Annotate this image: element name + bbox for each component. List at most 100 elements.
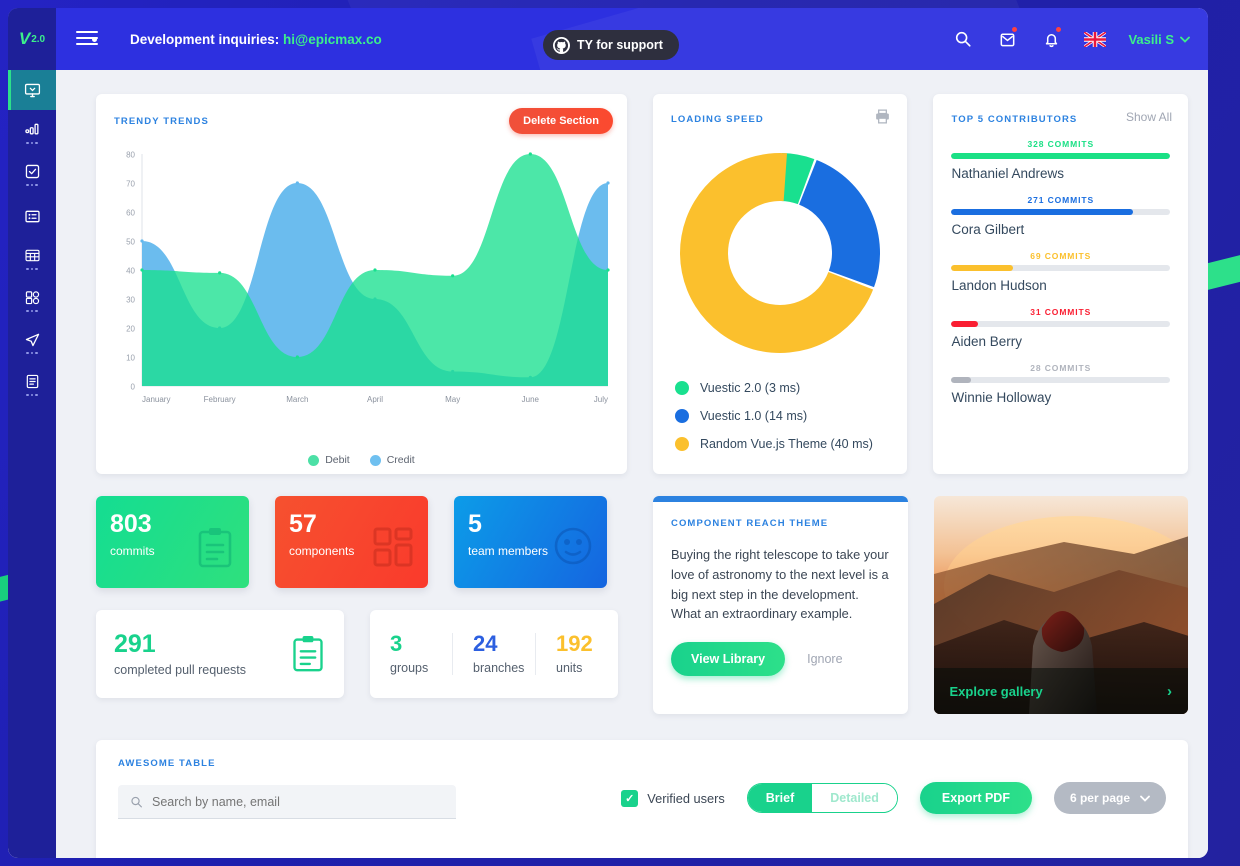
- menu-toggle-icon[interactable]: [76, 31, 98, 47]
- export-pdf-button[interactable]: Export PDF: [919, 782, 1032, 814]
- verified-users-checkbox[interactable]: ✓ Verified users: [621, 789, 725, 807]
- contributor-name: Winnie Holloway: [951, 390, 1052, 405]
- legend-dot-credit: [369, 454, 381, 466]
- search-icon: [131, 796, 142, 807]
- delete-section-button[interactable]: Delete Section: [509, 108, 613, 134]
- mail-icon[interactable]: [996, 27, 1018, 50]
- sidebar-item-cards[interactable]: [8, 196, 56, 236]
- dashboard-row-3-left: 291 completed pull requests 3 groups 24 …: [96, 610, 627, 698]
- contributor-commit-count: 271 COMMITS: [1027, 195, 1095, 205]
- pull-requests-card[interactable]: 291 completed pull requests: [96, 610, 344, 698]
- hamburger-dot: [92, 37, 97, 42]
- y-tick-label: 20: [126, 325, 135, 334]
- hamburger-line-1: [76, 31, 98, 33]
- area-chart-svg: 0 10 20 30 40 50 60 70 80 January February March Ap…: [126, 151, 610, 404]
- data-point: [606, 181, 610, 185]
- gallery-card[interactable]: Explore gallery ›: [933, 496, 1189, 714]
- sidebar-item-dashboard[interactable]: [8, 70, 56, 110]
- reach-card-actions: View Library Ignore: [670, 642, 890, 677]
- y-tick-label: 10: [126, 354, 135, 363]
- sidebar-item-maps[interactable]: [8, 322, 56, 362]
- bell-icon[interactable]: [1040, 27, 1062, 50]
- toggle-brief[interactable]: Brief: [747, 784, 813, 812]
- donut-legend-label: Vuestic 1.0 (14 ms): [699, 409, 808, 423]
- contributor-row[interactable]: 69 COMMITS Landon Hudson: [951, 251, 1170, 293]
- contributor-row[interactable]: 271 COMMITS Cora Gilbert: [951, 195, 1170, 237]
- github-icon: [553, 36, 570, 54]
- awesome-table-title: AWESOME TABLE: [118, 758, 216, 769]
- pull-requests-label: completed pull requests: [114, 662, 247, 677]
- donut-chart[interactable]: [671, 147, 890, 359]
- stat-card-team-members[interactable]: 5 team members: [454, 496, 607, 588]
- triple-label-groups: groups: [390, 661, 429, 675]
- triple-stat-groups[interactable]: 3 groups: [370, 633, 452, 676]
- loading-speed-title: LOADING SPEED: [670, 114, 764, 125]
- bar-chart-icon: [24, 123, 39, 135]
- show-all-link[interactable]: Show All: [1126, 110, 1172, 124]
- x-axis-labels: January February March April May June July: [142, 395, 608, 404]
- donut-legend-item[interactable]: Vuestic 1.0 (14 ms): [674, 409, 890, 423]
- group-icon: [554, 527, 592, 565]
- contributor-progress-fill: [951, 153, 1170, 159]
- main-content: TRENDY TRENDS Delete Section 0 10 20 30 40 50…: [56, 70, 1208, 858]
- contributor-name: Landon Hudson: [951, 278, 1047, 293]
- user-menu[interactable]: Vasili S: [1128, 32, 1190, 47]
- triple-stat-units[interactable]: 192 units: [535, 633, 618, 675]
- contributor-progress-fill: [951, 321, 978, 327]
- y-axis-labels: 0 10 20 30 40 50 60 70 80: [126, 151, 135, 392]
- blocks-icon: [25, 291, 39, 304]
- sidebar-item-ui-elements[interactable]: [8, 280, 56, 320]
- triple-stat-branches[interactable]: 24 branches: [452, 633, 535, 675]
- hamburger-line-3: [76, 43, 98, 45]
- chevron-right-icon[interactable]: ›: [1167, 683, 1172, 700]
- stat-card-commits[interactable]: 803 commits: [96, 496, 249, 588]
- legend-item-debit[interactable]: Debit: [308, 454, 350, 466]
- monitor-icon: [24, 83, 40, 97]
- per-page-dropdown[interactable]: 6 per page: [1053, 782, 1166, 814]
- checkbox-form-icon: [25, 164, 39, 178]
- legend-item-credit[interactable]: Credit: [369, 454, 415, 466]
- flag-icon[interactable]: [1084, 28, 1107, 50]
- search-icon[interactable]: [952, 28, 974, 50]
- pull-requests-number: 291: [114, 629, 156, 658]
- contributor-name: Aiden Berry: [951, 334, 1023, 349]
- y-tick-label: 70: [126, 180, 135, 189]
- sidebar-item-statistics[interactable]: [8, 112, 56, 152]
- sidebar-item-pages[interactable]: [8, 364, 56, 404]
- sidebar-item-tables[interactable]: [8, 238, 56, 278]
- toggle-detailed[interactable]: Detailed: [812, 784, 897, 812]
- search-field-wrapper[interactable]: [118, 785, 456, 819]
- table-grid-icon: [24, 249, 40, 261]
- donut-legend-item[interactable]: Random Vue.js Theme (40 ms): [674, 437, 890, 451]
- reach-card-title: COMPONENT REACH THEME: [670, 518, 829, 529]
- contributor-row[interactable]: 328 COMMITS Nathaniel Andrews: [951, 139, 1170, 181]
- github-support-button[interactable]: TY for support: [543, 30, 679, 60]
- contributor-commit-count: 69 COMMITS: [1030, 251, 1092, 261]
- contributors-list: 328 COMMITS Nathaniel Andrews 271 COMMITS C…: [951, 139, 1170, 405]
- donut-legend-item[interactable]: Vuestic 2.0 (3 ms): [674, 381, 890, 395]
- x-tick-label: July: [594, 395, 608, 404]
- legend-dot-debit: [308, 454, 320, 466]
- sidebar-item-forms[interactable]: [8, 154, 56, 194]
- view-mode-toggle[interactable]: Brief Detailed: [746, 783, 898, 813]
- dev-inquiries-email[interactable]: hi@epicmax.co: [283, 32, 382, 47]
- contributor-progress-fill: [951, 265, 1013, 271]
- printer-icon[interactable]: [874, 108, 891, 125]
- search-input[interactable]: [152, 794, 444, 809]
- sidebar-dots: [26, 141, 38, 145]
- donut-legend-label: Random Vue.js Theme (40 ms): [699, 437, 873, 451]
- area-chart[interactable]: 0 10 20 30 40 50 60 70 80 January February March Ap…: [108, 146, 614, 436]
- y-tick-label: 80: [126, 151, 135, 160]
- donut-slice[interactable]: [799, 159, 881, 288]
- ignore-button[interactable]: Ignore: [807, 652, 842, 666]
- stat-card-components[interactable]: 57 components: [275, 496, 428, 588]
- dev-inquiries-label: Development inquiries:: [130, 31, 280, 47]
- contributor-row[interactable]: 28 COMMITS Winnie Holloway: [951, 363, 1170, 405]
- dashboard-row-1: TRENDY TRENDS Delete Section 0 10 20 30 40 50…: [96, 94, 1188, 474]
- view-library-button[interactable]: View Library: [670, 642, 786, 677]
- brand-logo[interactable]: V 2.0: [8, 8, 56, 70]
- contributor-progress-fill: [951, 209, 1133, 215]
- trendy-trends-card: TRENDY TRENDS Delete Section 0 10 20 30 40 50…: [96, 94, 627, 474]
- contributor-row[interactable]: 31 COMMITS Aiden Berry: [951, 307, 1170, 349]
- gallery-caption-bar[interactable]: Explore gallery ›: [933, 668, 1189, 714]
